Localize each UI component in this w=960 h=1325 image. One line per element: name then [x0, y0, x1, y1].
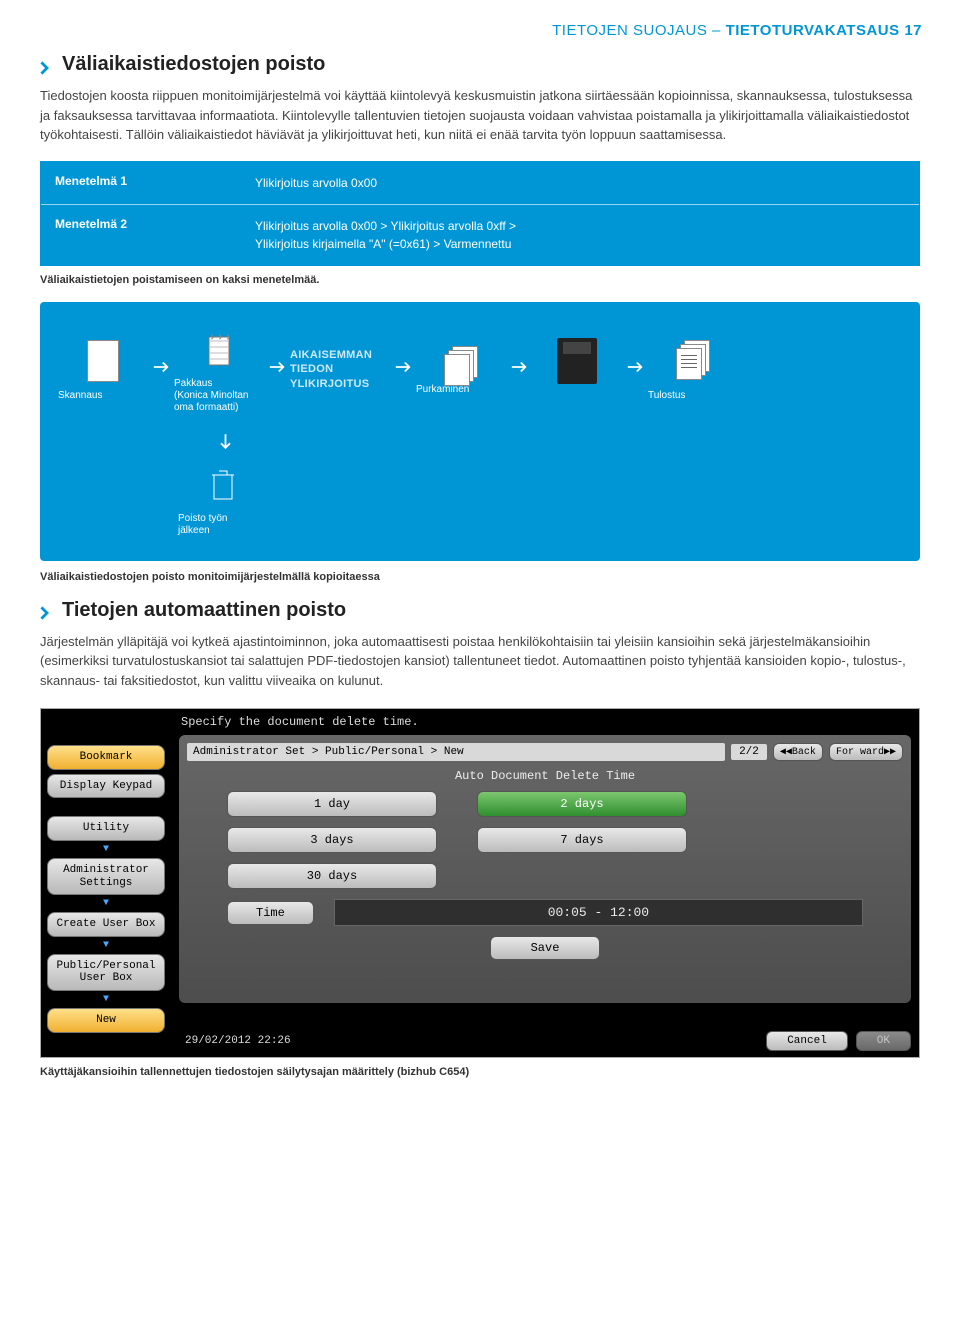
flow-scan: Skannaus — [58, 338, 148, 402]
section-title-auto-delete: Tietojen automaattinen poisto — [40, 599, 920, 622]
option-3days[interactable]: 3 days — [227, 827, 437, 853]
panel-subtitle: Auto Document Delete Time — [187, 769, 903, 783]
device-panel: Administrator Set > Public/Personal > Ne… — [179, 735, 911, 1003]
flow-print: Tulostus — [648, 338, 738, 402]
timestamp: 29/02/2012 22:26 — [179, 1035, 758, 1047]
flow-unpack: Purkaminen — [416, 344, 506, 396]
section-body-1: Tiedostojen koosta riippuen monitoimijär… — [40, 86, 920, 145]
page-header: TIETOJEN SUOJAUS – TIETOTURVAKATSAUS 17 — [0, 0, 960, 39]
option-7days[interactable]: 7 days — [477, 827, 687, 853]
arrow-down-icon — [212, 432, 235, 450]
method2-label: Menetelmä 2 — [41, 205, 241, 265]
side-new-button[interactable]: New — [47, 1008, 165, 1033]
document-icon — [87, 340, 119, 382]
method1-desc: Ylikirjoitus arvolla 0x00 — [241, 162, 919, 204]
arrow-right-icon — [510, 358, 528, 381]
flow-printer — [532, 338, 622, 402]
flow-pack: Pakkaus (Konica Minoltan oma formaatti) — [174, 326, 264, 414]
side-utility-button[interactable]: Utility — [47, 816, 165, 841]
section-body-2: Järjestelmän ylläpitäjä voi kytkeä ajast… — [40, 632, 920, 691]
time-field[interactable]: 00:05 - 12:00 — [334, 899, 863, 926]
device-title: Specify the document delete time. — [171, 709, 919, 735]
chevron-icon — [40, 58, 54, 72]
breadcrumb: Administrator Set > Public/Personal > Ne… — [187, 743, 725, 761]
side-keypad-button[interactable]: Display Keypad — [47, 774, 165, 799]
flow-delete: Poisto työn jälkeen — [178, 461, 268, 537]
header-light: TIETOJEN SUOJAUS – — [552, 22, 725, 39]
binder-icon — [196, 326, 242, 372]
arrow-right-icon — [268, 358, 286, 381]
trash-icon — [200, 461, 246, 507]
back-button[interactable]: ◀◀Back — [773, 743, 823, 761]
device-screen: Bookmark Display Keypad Utility ▼ Admini… — [40, 708, 920, 1058]
cancel-button[interactable]: Cancel — [766, 1031, 848, 1051]
side-create-box-button[interactable]: Create User Box — [47, 912, 165, 937]
down-arrow-icon: ▼ — [41, 940, 171, 951]
flow-diagram: Skannaus Pakkaus (Konica Minoltan oma fo… — [40, 302, 920, 561]
flow-caption: Väliaikaistiedostojen poisto monitoimijä… — [40, 571, 920, 583]
chevron-icon — [40, 603, 54, 617]
time-button[interactable]: Time — [227, 901, 314, 925]
forward-button[interactable]: For ward▶▶ — [829, 743, 903, 761]
option-2days[interactable]: 2 days — [477, 791, 687, 817]
flow-overwrite: AIKAISEMMAN TIEDON YLIKIRJOITUS — [290, 348, 390, 391]
arrow-right-icon — [626, 358, 644, 381]
down-arrow-icon: ▼ — [41, 994, 171, 1005]
method1-label: Menetelmä 1 — [41, 162, 241, 204]
printer-icon — [557, 338, 597, 384]
page-indicator: 2/2 — [731, 744, 767, 760]
side-nav: Bookmark Display Keypad Utility ▼ Admini… — [41, 709, 171, 1057]
side-public-personal-button[interactable]: Public/Personal User Box — [47, 954, 165, 991]
method-row-1: Menetelmä 1 Ylikirjoitus arvolla 0x00 — [41, 162, 919, 204]
method-row-2: Menetelmä 2 Ylikirjoitus arvolla 0x00 > … — [41, 204, 919, 265]
printed-pages-icon — [674, 340, 712, 382]
header-bold: TIETOTURVAKATSAUS — [726, 22, 900, 39]
page-number: 17 — [904, 22, 922, 39]
methods-table: Menetelmä 1 Ylikirjoitus arvolla 0x00 Me… — [40, 161, 920, 266]
section-title-temp-delete: Väliaikaistiedostojen poisto — [40, 53, 920, 76]
option-30days[interactable]: 30 days — [227, 863, 437, 889]
down-arrow-icon: ▼ — [41, 844, 171, 855]
arrow-right-icon — [394, 358, 412, 381]
pages-icon — [442, 346, 480, 388]
device-caption: Käyttäjäkansioihin tallennettujen tiedos… — [0, 1058, 960, 1078]
arrow-right-icon — [152, 358, 170, 381]
side-bookmark-button[interactable]: Bookmark — [47, 745, 165, 770]
method2-desc: Ylikirjoitus arvolla 0x00 > Ylikirjoitus… — [241, 205, 919, 265]
side-admin-button[interactable]: Administrator Settings — [47, 858, 165, 895]
ok-button[interactable]: OK — [856, 1031, 911, 1051]
methods-caption: Väliaikaistietojen poistamiseen on kaksi… — [40, 274, 920, 286]
down-arrow-icon: ▼ — [41, 898, 171, 909]
option-1day[interactable]: 1 day — [227, 791, 437, 817]
save-button[interactable]: Save — [490, 936, 601, 960]
